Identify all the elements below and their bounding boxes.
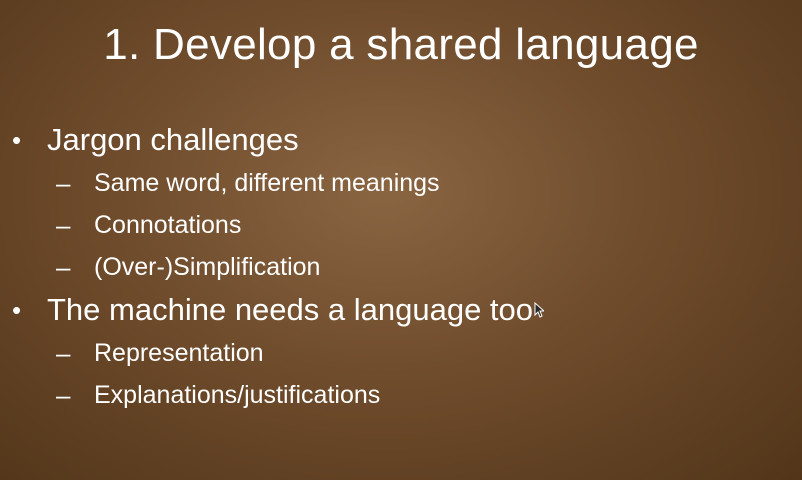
sub-bullet-text: (Over-)Simplification [94,253,321,281]
bullet-machine-language: • The machine needs a language too – Rep… [12,288,792,416]
bullet-text: Jargon challenges [47,122,299,157]
sub-bullet-text: Same word, different meanings [94,169,440,197]
sub-bullet-same-word: – Same word, different meanings [56,162,792,204]
mouse-pointer-icon [534,302,544,318]
dash-marker: – [56,168,71,198]
dash-marker: – [56,210,71,240]
sub-bullet-text: Representation [94,339,264,367]
sub-bullet-list: – Same word, different meanings – Connot… [47,162,792,288]
slide: 1. Develop a shared language • Jargon ch… [0,0,802,480]
bullet-marker: • [12,295,22,325]
sub-bullet-connotations: – Connotations [56,204,792,246]
bullet-list: • Jargon challenges – Same word, differe… [12,118,792,416]
dash-marker: – [56,380,71,410]
dash-marker: – [56,252,71,282]
slide-title: 1. Develop a shared language [103,20,699,69]
sub-bullet-simplification: – (Over-)Simplification [56,246,792,288]
bullet-marker: • [12,125,22,155]
sub-bullet-representation: – Representation [56,332,792,374]
sub-bullet-list: – Representation – Explanations/justific… [47,332,792,416]
sub-bullet-explanations: – Explanations/justifications [56,374,792,416]
bullet-text: The machine needs a language too [47,292,534,327]
sub-bullet-text: Connotations [94,211,242,239]
dash-marker: – [56,338,71,368]
bullet-jargon-challenges: • Jargon challenges – Same word, differe… [12,118,792,288]
sub-bullet-text: Explanations/justifications [94,381,381,409]
